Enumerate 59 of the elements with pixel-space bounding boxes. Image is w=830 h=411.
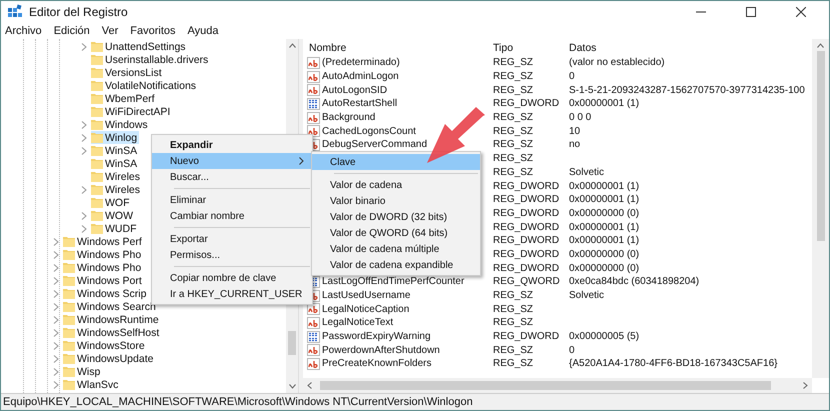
table-cell: 0x00000001 (1) [569, 98, 640, 110]
window-title: Editor del Registro [29, 5, 128, 19]
table-cell-text: REG_QWORD [493, 276, 561, 288]
value-name: PowerdownAfterShutdown [322, 344, 440, 356]
value-name: PasswordExpiryWarning [322, 331, 431, 342]
table-cell-text: REG_DWORD [493, 222, 560, 233]
table-cell: 0 [569, 71, 575, 82]
table-cell: 0x00000001 (1) [569, 222, 640, 233]
table-cell: 0x00000001 (1) [569, 180, 640, 192]
table-cell: 0xe0ca84bdc (60341898204) [569, 276, 700, 288]
key-path: Equipo\HKEY_LOCAL_MACHINE\SOFTWARE\Microsoft\Windows NT\CurrentVersion\Winlogon [3, 396, 473, 408]
value-name: PreCreateKnownFolders [322, 358, 432, 370]
table-cell: 0x00000005 (5) [569, 331, 640, 342]
table-cell-text: REG_DWORD [493, 248, 560, 260]
table-cell-text: REG_DWORD [493, 331, 560, 342]
value-name: (Predeterminado) [322, 57, 400, 68]
table-cell-text: REG_DWORD [493, 235, 560, 246]
table-cell: 0 0 0 [569, 112, 592, 124]
value-name: LegalNoticeText [322, 317, 394, 328]
table-cell-text: REG_DWORD [493, 194, 560, 206]
table-cell: 0x00000000 (0) [569, 208, 640, 219]
table-cell-text: REG_SZ [493, 126, 534, 137]
table-cell-text: REG_DWORD [493, 262, 560, 274]
table-cell-text: REG_SZ [493, 344, 534, 356]
table-cell: 0x00000000 (0) [569, 248, 640, 260]
table-cell: 0x00000000 (0) [569, 262, 640, 274]
table-cell-text: REG_SZ [493, 139, 534, 150]
table-cell-text: REG_SZ [493, 290, 534, 302]
table-cell: 0x00000001 (1) [569, 194, 640, 206]
table-cell-text: REG_SZ [493, 84, 534, 96]
value-name: LastUsedUsername [322, 290, 410, 302]
value-name: Background [322, 112, 376, 124]
value-name: CachedLogonsCount [322, 126, 416, 137]
table-cell-text: REG_DWORD [493, 180, 560, 192]
table-cell-text: REG_SZ [493, 317, 534, 328]
value-name: LastLogOffEndTimePerfCounter [322, 276, 464, 288]
table-cell: 0 [569, 344, 575, 356]
table-cell-text: REG_SZ [493, 71, 534, 82]
table-cell: {A520A1A4-1780-4FF6-BD18-167343C5AF16} [569, 358, 778, 370]
table-cell: 10 [569, 126, 580, 137]
value-name: LegalNoticeCaption [322, 304, 410, 315]
table-cell: 0x00000001 (1) [569, 235, 640, 246]
value-name: AutoRestartShell [322, 98, 398, 110]
table-cell-text: REG_SZ [493, 358, 534, 370]
table-cell-text: REG_DWORD [493, 208, 560, 219]
table-cell: (valor no establecido) [569, 57, 665, 68]
table-cell-text: REG_SZ [493, 304, 534, 315]
value-name: AutoLogonSID [322, 84, 388, 96]
table-cell: Solvetic [569, 290, 604, 302]
table-cell: S-1-5-21-2093243287-1562707570-3977314235-100 [569, 84, 805, 96]
table-cell-text: REG_SZ [493, 57, 534, 68]
table-cell: Solvetic [569, 166, 604, 178]
table-cell-text: REG_SZ [493, 112, 534, 124]
table-cell-text: REG_DWORD [493, 98, 560, 110]
table-cell-text: REG_SZ [493, 153, 534, 164]
value-name: DebugServerCommand [322, 139, 428, 150]
value-name: AutoAdminLogon [322, 71, 399, 82]
table-cell-text: REG_SZ [493, 166, 534, 178]
table-cell: no [569, 139, 580, 150]
